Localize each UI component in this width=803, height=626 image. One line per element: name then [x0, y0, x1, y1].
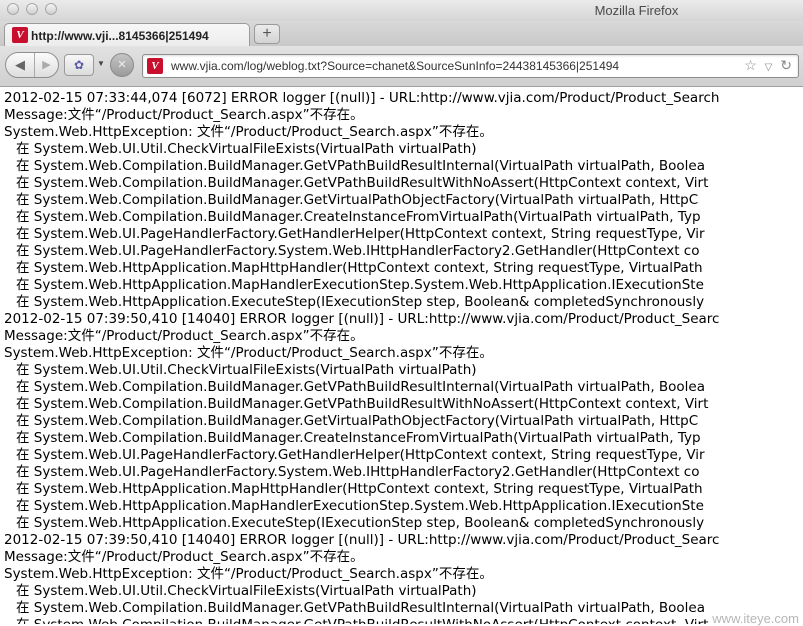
- log-line: 在 System.Web.Compilation.BuildManager.Ge…: [16, 396, 709, 412]
- log-line: 在 System.Web.Compilation.BuildManager.Ge…: [4, 617, 803, 624]
- log-line: System.Web.HttpException: 文件“/Product/Pr…: [4, 566, 493, 582]
- log-line: 在 System.Web.Compilation.BuildManager.Ge…: [16, 158, 706, 174]
- vjia-favicon-icon: V: [12, 27, 28, 43]
- page-content-log: 2012-02-15 07:33:44,074 [6072] ERROR log…: [4, 90, 803, 624]
- log-line: Message:文件“/Product/Product_Search.aspx”…: [4, 107, 364, 123]
- log-line: Message:文件“/Product/Product_Search.aspx”…: [4, 549, 364, 565]
- log-line: 在 System.Web.UI.Util.CheckVirtualFileExi…: [16, 141, 477, 157]
- log-line: 在 System.Web.HttpApplication.MapHandlerE…: [16, 277, 704, 293]
- log-line: 2012-02-15 07:33:44,074 [6072] ERROR log…: [4, 90, 720, 106]
- url-text[interactable]: www.vjia.com/log/weblog.txt?Source=chane…: [171, 59, 619, 73]
- log-line: 在 System.Web.UI.PageHandlerFactory.Syste…: [16, 243, 700, 259]
- stop-button[interactable]: ✕: [110, 53, 134, 77]
- log-line: 在 System.Web.HttpApplication.ExecuteStep…: [16, 515, 705, 531]
- log-line: 在 System.Web.HttpApplication.MapHttpHand…: [16, 260, 703, 276]
- log-line: 在 System.Web.Compilation.BuildManager.Cr…: [16, 209, 701, 225]
- log-line: 在 System.Web.UI.PageHandlerFactory.GetHa…: [16, 447, 705, 463]
- log-line: 在 System.Web.Compilation.BuildManager.Ge…: [16, 600, 706, 616]
- chevron-down-icon[interactable]: ▼: [97, 59, 105, 68]
- address-bar[interactable]: V www.vjia.com/log/weblog.txt?Source=cha…: [142, 54, 799, 78]
- site-identity-button[interactable]: ✿: [64, 54, 94, 76]
- window-titlebar: Mozilla Firefox: [0, 0, 803, 22]
- log-line: 2012-02-15 07:39:50,410 [14040] ERROR lo…: [4, 532, 720, 548]
- log-line: 在 System.Web.HttpApplication.ExecuteStep…: [16, 294, 705, 310]
- log-line: 在 System.Web.UI.PageHandlerFactory.Syste…: [16, 464, 700, 480]
- tab-label: http://www.vji...8145366|251494: [31, 29, 209, 43]
- log-line: 在 System.Web.Compilation.BuildManager.Ge…: [16, 192, 699, 208]
- back-forward-group: ◀ ▶: [5, 52, 59, 78]
- tab-weblog[interactable]: V http://www.vji...8145366|251494: [4, 23, 250, 47]
- reload-icon[interactable]: ↻: [780, 57, 792, 73]
- log-line: 在 System.Web.Compilation.BuildManager.Ge…: [16, 413, 699, 429]
- log-line: System.Web.HttpException: 文件“/Product/Pr…: [4, 124, 493, 140]
- log-line: 在 System.Web.Compilation.BuildManager.Ge…: [16, 379, 706, 395]
- log-line: System.Web.HttpException: 文件“/Product/Pr…: [4, 345, 493, 361]
- log-line: 在 System.Web.HttpApplication.MapHandlerE…: [16, 498, 704, 514]
- log-line: 在 System.Web.HttpApplication.MapHttpHand…: [16, 481, 703, 497]
- puzzle-icon: ✿: [73, 58, 85, 72]
- log-line: 在 System.Web.Compilation.BuildManager.Ge…: [16, 175, 709, 191]
- back-button[interactable]: ◀: [6, 53, 35, 77]
- log-line: 在 System.Web.Compilation.BuildManager.Cr…: [16, 430, 701, 446]
- forward-button[interactable]: ▶: [35, 53, 58, 77]
- log-line: 在 System.Web.UI.Util.CheckVirtualFileExi…: [16, 362, 477, 378]
- tab-bar: V http://www.vji...8145366|251494 +: [0, 21, 803, 47]
- window-title: Mozilla Firefox: [594, 3, 679, 18]
- bookmark-star-icon[interactable]: ☆: [744, 57, 757, 73]
- site-favicon-icon: V: [147, 58, 163, 74]
- log-line: Message:文件“/Product/Product_Search.aspx”…: [4, 328, 364, 344]
- log-line: 在 System.Web.UI.PageHandlerFactory.GetHa…: [16, 226, 705, 242]
- new-tab-button[interactable]: +: [254, 24, 280, 44]
- stop-icon: ✕: [117, 59, 127, 71]
- log-line: 在 System.Web.UI.Util.CheckVirtualFileExi…: [16, 583, 477, 599]
- navigation-toolbar: ◀ ▶ ✿ ▼ ✕ V www.vjia.com/log/weblog.txt?…: [0, 46, 803, 87]
- log-line: 2012-02-15 07:39:50,410 [14040] ERROR lo…: [4, 311, 720, 327]
- chevron-down-icon[interactable]: ▽: [765, 62, 773, 73]
